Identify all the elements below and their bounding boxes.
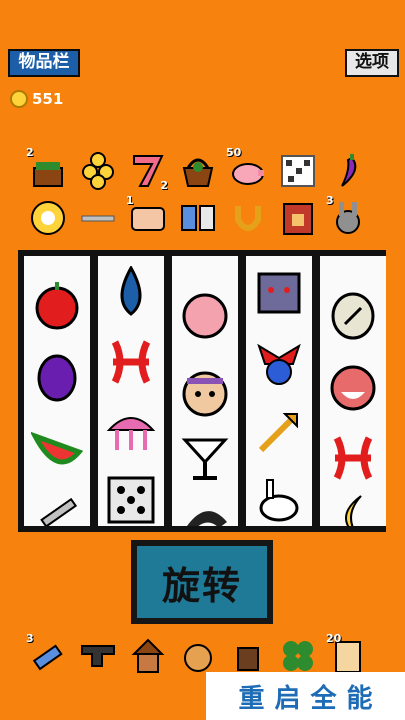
spin-button[interactable]: 旋转 — [131, 540, 273, 624]
coin-amount: 551 — [32, 90, 64, 108]
dolphin-icon — [179, 492, 231, 526]
mouse-icon — [253, 266, 305, 318]
pig-icon[interactable]: 50 — [226, 146, 268, 190]
item-row-2: 1 3 — [28, 194, 368, 238]
item-row-1: 2 2 50 — [26, 146, 368, 192]
ellipse-stone-icon — [327, 290, 379, 342]
face-icon — [179, 368, 231, 420]
reel-2 — [98, 256, 164, 526]
coin-counter: 551 — [10, 88, 63, 110]
pipe-icon[interactable] — [78, 198, 118, 238]
goat-icon[interactable] — [228, 636, 268, 676]
reel-5 — [320, 256, 386, 526]
dice-bow-icon[interactable] — [178, 198, 218, 238]
watermark: 重启全能 — [206, 672, 405, 720]
bottom-item-row: 3 20 — [26, 632, 368, 676]
lucky-seven-icon[interactable]: 2 — [128, 150, 168, 192]
rabbit-head-icon[interactable]: 3 — [326, 194, 368, 238]
reel-3 — [172, 256, 238, 526]
pisces-icon — [327, 432, 379, 484]
options-button[interactable]: 选项 — [345, 49, 399, 77]
cat-icon[interactable] — [178, 636, 218, 676]
basket-icon[interactable] — [178, 150, 218, 190]
billiard-ball-icon[interactable] — [28, 198, 68, 238]
scroll-icon[interactable]: 20 — [326, 632, 368, 676]
static-tv-icon[interactable] — [278, 150, 318, 190]
dice-icon — [105, 474, 157, 526]
inventory-button[interactable]: 物品栏 — [8, 49, 80, 77]
shrine-icon[interactable] — [278, 198, 318, 238]
planter-icon[interactable]: 2 — [26, 146, 68, 190]
peach-icon — [179, 290, 231, 342]
arrow-icon — [253, 406, 305, 458]
coin-icon — [10, 90, 28, 108]
rabbit-icon — [253, 474, 305, 526]
slot-machine — [18, 250, 386, 532]
bandage-icon[interactable]: 1 — [126, 194, 168, 238]
reel-4 — [246, 256, 312, 526]
clover-icon[interactable] — [278, 636, 318, 676]
cocktail-icon — [179, 432, 231, 484]
laughing-face-icon — [327, 362, 379, 414]
horseshoe-icon[interactable] — [228, 198, 268, 238]
flashlight-icon[interactable]: 3 — [26, 632, 68, 676]
watermelon-icon — [31, 422, 83, 474]
reel-1 — [24, 256, 90, 526]
birdhouse-icon[interactable] — [128, 636, 168, 676]
anvil-icon[interactable] — [78, 636, 118, 676]
sword-icon — [31, 492, 83, 526]
moon-icon — [327, 492, 379, 526]
pisces-icon — [105, 336, 157, 388]
grape-icon — [31, 350, 83, 402]
water-drop-icon — [105, 266, 157, 318]
apple-icon — [31, 278, 83, 330]
spin-label: 旋转 — [137, 546, 267, 618]
coins-stack-icon[interactable] — [78, 150, 118, 190]
jellyfish-icon — [105, 406, 157, 458]
chili-icon[interactable] — [328, 150, 368, 190]
jester-icon — [253, 336, 305, 388]
